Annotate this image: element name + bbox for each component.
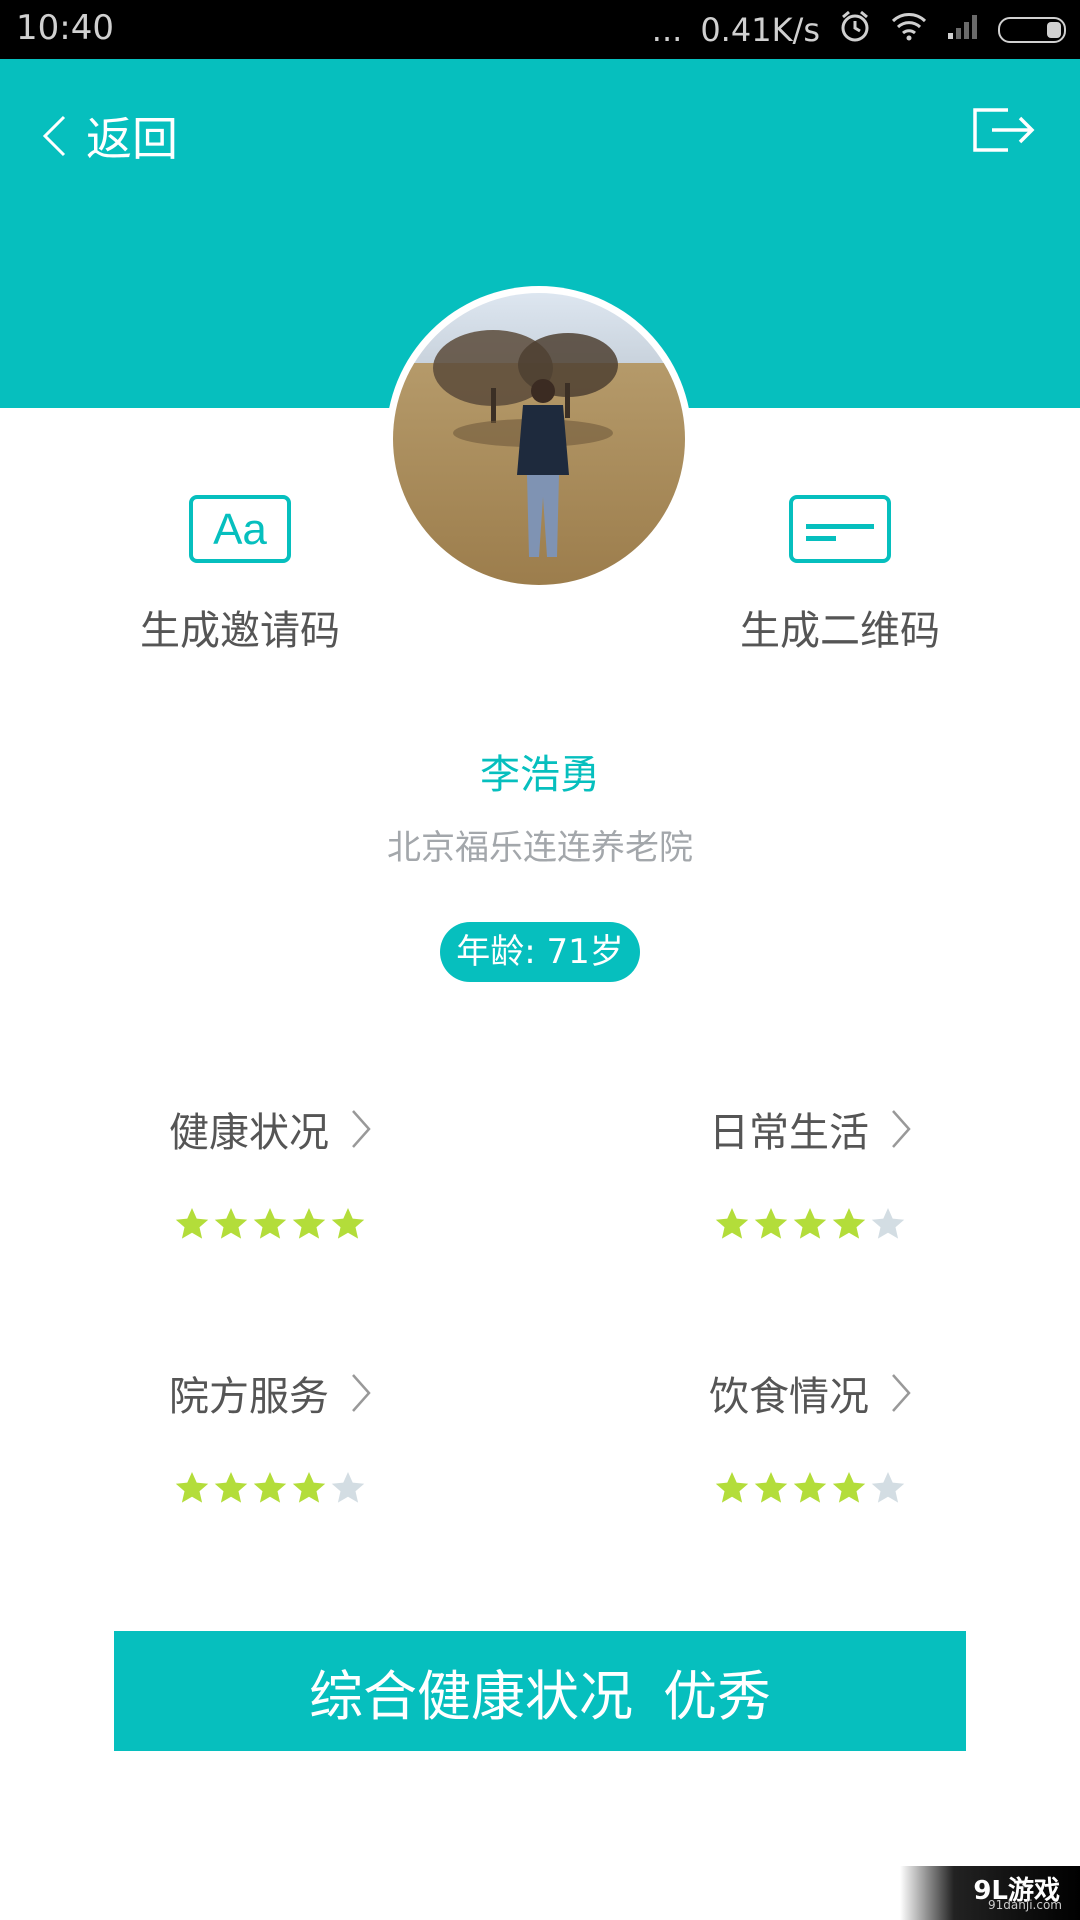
summary-label: 综合健康状况 <box>309 1664 633 1728</box>
status-bar: 10:40 ... 0.41K/s <box>0 0 1080 59</box>
star-rating <box>150 1470 390 1506</box>
status-dots: ... <box>651 11 683 49</box>
resident-name: 李浩勇 <box>480 752 600 798</box>
star-filled-icon <box>832 1472 866 1503</box>
chevron-left-icon <box>42 115 66 157</box>
generate-invite-code-button[interactable]: Aa 生成邀请码 <box>120 494 360 656</box>
metric-label: 健康状况 <box>169 1110 329 1156</box>
star-filled-icon <box>331 1208 365 1239</box>
site-watermark: 9L游戏 91danji.com <box>900 1866 1080 1920</box>
star-filled-icon <box>754 1472 788 1503</box>
star-rating <box>690 1470 930 1506</box>
star-filled-icon <box>832 1208 866 1239</box>
back-label: 返回 <box>86 112 178 166</box>
back-button[interactable]: 返回 <box>42 103 178 169</box>
text-aa-icon: Aa <box>189 495 291 563</box>
generate-qr-code-button[interactable]: 生成二维码 <box>720 494 960 656</box>
status-time: 10:40 <box>16 8 114 48</box>
chevron-right-icon <box>892 1374 911 1412</box>
card-icon <box>789 495 891 563</box>
star-filled-icon <box>292 1472 326 1503</box>
star-filled-icon <box>292 1208 326 1239</box>
metric-label: 院方服务 <box>169 1374 329 1420</box>
network-speed: 0.41K/s <box>700 11 820 49</box>
star-empty-icon <box>871 1208 905 1239</box>
summary-value: 优秀 <box>663 1664 771 1728</box>
overall-health-summary[interactable]: 综合健康状况 优秀 <box>114 1631 966 1751</box>
metric-daily-life[interactable]: 日常生活 <box>690 1100 930 1242</box>
chevron-right-icon <box>892 1110 911 1148</box>
star-filled-icon <box>214 1472 248 1503</box>
star-rating <box>690 1206 930 1242</box>
invite-code-label: 生成邀请码 <box>140 608 340 654</box>
star-filled-icon <box>793 1472 827 1503</box>
battery-icon <box>998 17 1066 43</box>
star-filled-icon <box>175 1208 209 1239</box>
star-filled-icon <box>715 1208 749 1239</box>
metric-label: 日常生活 <box>709 1110 869 1156</box>
svg-text:Aa: Aa <box>213 505 267 554</box>
metric-label: 饮食情况 <box>709 1374 869 1420</box>
metric-facility-service[interactable]: 院方服务 <box>150 1364 390 1506</box>
metric-health[interactable]: 健康状况 <box>150 1100 390 1242</box>
logout-icon <box>973 108 1035 152</box>
star-empty-icon <box>871 1472 905 1503</box>
avatar[interactable] <box>393 293 685 585</box>
metric-diet[interactable]: 饮食情况 <box>690 1364 930 1506</box>
status-icons: ... 0.41K/s <box>652 8 1066 52</box>
chevron-right-icon <box>352 1374 371 1412</box>
star-filled-icon <box>214 1208 248 1239</box>
star-empty-icon <box>331 1472 365 1503</box>
qr-code-label: 生成二维码 <box>740 608 940 654</box>
star-filled-icon <box>715 1472 749 1503</box>
star-filled-icon <box>754 1208 788 1239</box>
star-rating <box>150 1206 390 1242</box>
logout-button[interactable] <box>972 107 1036 157</box>
alarm-icon <box>838 9 872 51</box>
chevron-right-icon <box>352 1110 371 1148</box>
organization-name: 北京福乐连连养老院 <box>387 828 693 868</box>
star-filled-icon <box>793 1208 827 1239</box>
star-filled-icon <box>175 1472 209 1503</box>
wifi-icon <box>890 11 928 49</box>
age-badge: 年龄: 71岁 <box>440 922 640 982</box>
star-filled-icon <box>253 1208 287 1239</box>
star-filled-icon <box>253 1472 287 1503</box>
watermark-url: 91danji.com <box>988 1898 1062 1912</box>
signal-icon <box>946 11 980 49</box>
